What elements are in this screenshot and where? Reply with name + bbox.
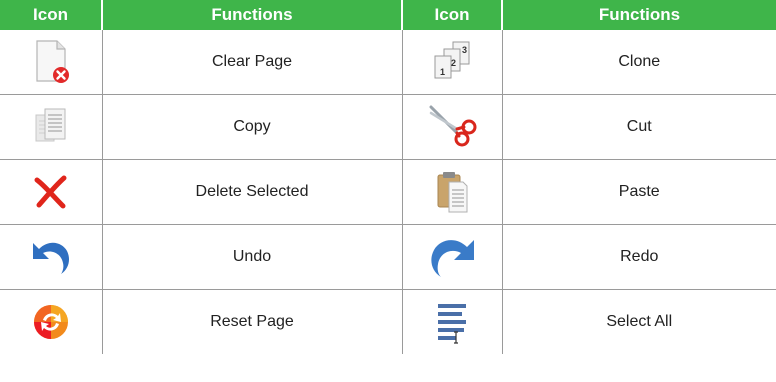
- icon-cell: [0, 289, 103, 354]
- function-label: Cut: [502, 94, 776, 160]
- clone-icon: 1 2 3: [434, 41, 470, 79]
- function-label: Reset Page: [102, 289, 403, 354]
- function-label: Copy: [102, 94, 403, 160]
- table-header-row: Icon Functions Icon Functions: [0, 0, 776, 30]
- function-label: Paste: [502, 159, 776, 225]
- icon-cell: [402, 224, 503, 290]
- function-label: Undo: [102, 224, 403, 290]
- function-label: Clear Page: [102, 30, 403, 95]
- delete-selected-icon: [34, 175, 67, 209]
- reset-page-icon: [33, 305, 68, 339]
- redo-icon: [431, 240, 474, 277]
- function-label: Select All: [606, 313, 673, 330]
- undo-icon: [32, 242, 69, 274]
- icon-cell: [0, 30, 103, 95]
- header-icon-1: Icon: [0, 0, 103, 30]
- clone-number-2: 2: [451, 58, 456, 68]
- icon-cell: [0, 159, 103, 225]
- clone-number-3: 3: [462, 45, 467, 55]
- icon-cell: [402, 159, 503, 225]
- select-all-icon: [438, 304, 466, 344]
- header-functions-1: Functions: [102, 0, 403, 30]
- copy-icon: [35, 108, 66, 142]
- table-row: Reset Page Select All: [0, 289, 776, 354]
- clone-number-1: 1: [440, 67, 445, 77]
- icon-cell: 1 2 3: [402, 30, 503, 95]
- clear-page-icon: [36, 40, 69, 83]
- function-label: Clone: [502, 30, 776, 95]
- cut-icon: [429, 105, 477, 147]
- icon-cell: [0, 224, 103, 290]
- table-row: Delete Selected Paste: [0, 159, 776, 225]
- table-row: Copy Cut: [0, 94, 776, 160]
- icon-cell: [402, 289, 503, 354]
- table-row: Undo Redo: [0, 224, 776, 290]
- paste-icon: [437, 172, 468, 213]
- header-icon-2: Icon: [402, 0, 503, 30]
- function-label: Delete Selected: [102, 159, 403, 225]
- header-functions-2: Functions: [502, 0, 776, 30]
- icon-cell: [0, 94, 103, 160]
- function-label: Redo: [502, 224, 776, 290]
- functions-table: Icon Functions Icon Functions Clear Page: [0, 0, 776, 354]
- table-row: Clear Page 1 2 3 Clone: [0, 30, 776, 95]
- icon-cell: [402, 94, 503, 160]
